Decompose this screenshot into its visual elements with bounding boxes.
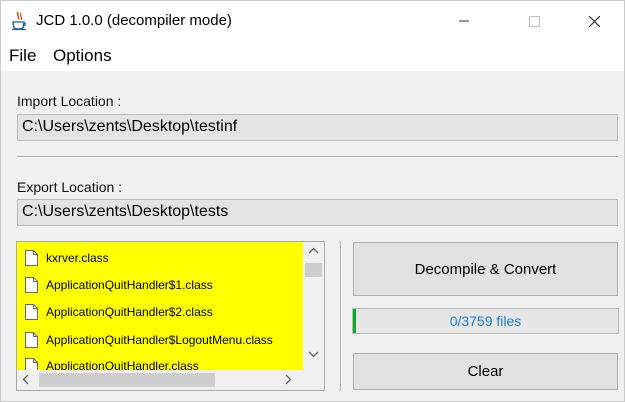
file-icon xyxy=(25,250,38,266)
horizontal-scrollbar[interactable] xyxy=(17,370,303,390)
clear-button[interactable]: Clear xyxy=(353,353,618,390)
menu-file[interactable]: File xyxy=(9,46,36,66)
file-name: ApplicationQuitHandler$2.class xyxy=(46,305,213,319)
minimize-button[interactable] xyxy=(441,1,487,41)
scroll-right-icon[interactable] xyxy=(285,374,292,385)
file-name: kxrver.class xyxy=(46,251,109,265)
horizontal-scroll-thumb[interactable] xyxy=(39,373,215,387)
file-name: ApplicationQuitHandler$LogoutMenu.class xyxy=(46,333,273,347)
progress-bar: 0/3759 files xyxy=(352,308,619,334)
file-name: ApplicationQuitHandler.class xyxy=(46,359,199,370)
maximize-button[interactable] xyxy=(511,1,557,41)
file-icon xyxy=(25,277,38,293)
import-location-label: Import Location : xyxy=(17,93,122,109)
scroll-up-icon[interactable] xyxy=(308,247,319,254)
window-title: JCD 1.0.0 (decompiler mode) xyxy=(36,12,232,29)
list-item[interactable]: ApplicationQuitHandler$LogoutMenu.class xyxy=(25,328,273,352)
file-list-viewport: kxrver.class ApplicationQuitHandler$1.cl… xyxy=(17,242,303,370)
list-item[interactable]: ApplicationQuitHandler$2.class xyxy=(25,300,213,324)
vertical-scroll-thumb[interactable] xyxy=(305,263,322,277)
scroll-down-icon[interactable] xyxy=(308,351,319,358)
scrollbar-corner xyxy=(303,370,324,390)
list-item[interactable]: kxrver.class xyxy=(25,246,109,270)
maximize-icon xyxy=(528,15,540,27)
import-location-field[interactable]: C:\Users\zents\Desktop\testinf xyxy=(17,114,618,141)
export-location-label: Export Location : xyxy=(17,179,123,195)
progress-fill xyxy=(353,309,356,333)
menu-bar: File Options xyxy=(1,41,624,71)
file-icon xyxy=(25,332,38,348)
export-location-field[interactable]: C:\Users\zents\Desktop\tests xyxy=(17,199,618,226)
vertical-separator xyxy=(340,241,342,391)
scroll-left-icon[interactable] xyxy=(22,374,29,385)
separator xyxy=(17,156,618,158)
decompile-convert-button[interactable]: Decompile & Convert xyxy=(353,242,618,296)
file-icon xyxy=(25,358,38,370)
vertical-scrollbar[interactable] xyxy=(303,242,324,370)
progress-text: 0/3759 files xyxy=(449,313,522,329)
file-list[interactable]: kxrver.class ApplicationQuitHandler$1.cl… xyxy=(16,241,325,391)
close-icon xyxy=(588,15,600,27)
list-item[interactable]: ApplicationQuitHandler$1.class xyxy=(25,273,213,297)
file-icon xyxy=(25,304,38,320)
list-item[interactable]: ApplicationQuitHandler.class xyxy=(25,354,199,370)
title-bar[interactable]: JCD 1.0.0 (decompiler mode) xyxy=(1,1,624,41)
file-name: ApplicationQuitHandler$1.class xyxy=(46,278,213,292)
close-button[interactable] xyxy=(571,1,617,41)
minimize-icon xyxy=(459,20,469,22)
menu-options[interactable]: Options xyxy=(53,46,112,66)
app-window: JCD 1.0.0 (decompiler mode) File Options… xyxy=(0,0,625,402)
java-cup-icon xyxy=(12,11,27,31)
